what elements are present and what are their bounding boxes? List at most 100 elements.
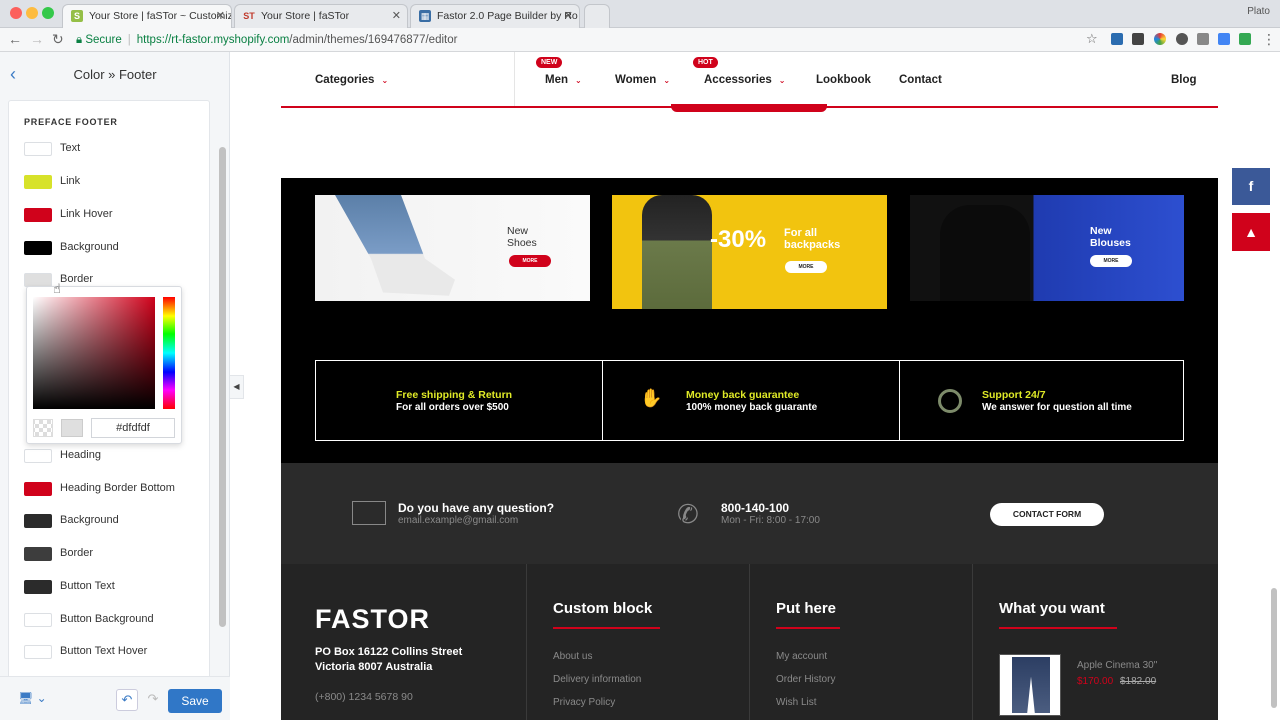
color-swatch[interactable] xyxy=(24,482,52,496)
color-swatch[interactable] xyxy=(24,449,52,463)
contact-band: Do you have any question? email.example@… xyxy=(281,463,1218,564)
close-tab-icon[interactable]: ✕ xyxy=(216,5,225,27)
back-arrow-icon[interactable]: ← xyxy=(8,31,22,47)
section-heading-preface-footer: PREFACE FOOTER xyxy=(24,117,118,127)
close-tab-icon[interactable]: ✕ xyxy=(564,5,573,27)
color-setting-label: Link xyxy=(60,175,81,187)
tab-customizer[interactable]: S Your Store | faSTor ~ Customiz ✕ xyxy=(62,4,232,28)
mouse-pointer-icon: ☝ xyxy=(53,281,61,296)
page-scrollbar[interactable] xyxy=(1271,588,1277,708)
footer-link[interactable]: Wish List xyxy=(776,697,817,708)
feature-support: Support 24/7 We answer for question all … xyxy=(900,361,1184,440)
shopify-icon: S xyxy=(71,10,83,22)
more-button[interactable]: MORE xyxy=(1090,255,1132,267)
forward-arrow-icon[interactable]: → xyxy=(30,31,44,47)
nav-categories[interactable]: Categories ⌄ xyxy=(315,74,388,86)
product-price-new: $170.00 xyxy=(1077,676,1114,687)
footer-link[interactable]: Delivery information xyxy=(553,674,641,685)
color-swatch[interactable] xyxy=(24,580,52,594)
footer-link[interactable]: Privacy Policy xyxy=(553,697,615,708)
settings-gear-icon[interactable] xyxy=(1176,33,1188,45)
close-window-button[interactable] xyxy=(10,7,22,19)
store-nav-bar: Categories ⌄ NEW Men ⌄ Women ⌄ HOT Accessor… xyxy=(281,52,1218,108)
extension-icon[interactable] xyxy=(1218,33,1230,45)
heading-underline xyxy=(999,627,1117,629)
redo-button[interactable]: ↷ xyxy=(142,689,164,711)
extension-icon[interactable] xyxy=(1132,33,1144,45)
address-bar[interactable]: 🔒︎ Secure | https://rt-fastor.myshopify.co… xyxy=(76,31,1106,49)
color-swatch[interactable] xyxy=(24,175,52,189)
store-preview: Categories ⌄ NEW Men ⌄ Women ⌄ HOT Accessor… xyxy=(244,52,1280,720)
more-button[interactable]: MORE xyxy=(785,261,827,273)
extension-icon[interactable] xyxy=(1154,33,1166,45)
nav-contact[interactable]: Contact xyxy=(899,74,942,86)
desktop-preview-icon[interactable]: 🖥︎ ⌄ xyxy=(18,691,47,705)
footer-link[interactable]: About us xyxy=(553,651,592,662)
footer-column-divider xyxy=(526,564,527,720)
close-tab-icon[interactable]: ✕ xyxy=(392,5,401,27)
color-swatch[interactable] xyxy=(24,613,52,627)
tab-page-builder[interactable]: ▦ Fastor 2.0 Page Builder by Ro ✕ xyxy=(410,4,580,28)
color-swatch[interactable] xyxy=(24,547,52,561)
feature-title: Money back guarantee xyxy=(686,389,800,401)
store-page: Categories ⌄ NEW Men ⌄ Women ⌄ HOT Accessor… xyxy=(281,52,1218,720)
product-thumbnail[interactable] xyxy=(999,654,1061,716)
nav-accessories[interactable]: Accessories ⌄ xyxy=(704,74,785,86)
product-name[interactable]: Apple Cinema 30" xyxy=(1077,660,1157,671)
color-swatch[interactable] xyxy=(24,514,52,528)
email-text[interactable]: email.example@gmail.com xyxy=(398,515,518,526)
undo-button[interactable]: ↶ xyxy=(116,689,138,711)
feature-shipping: Free shipping & Return For all orders ov… xyxy=(316,361,602,440)
footer-link[interactable]: Order History xyxy=(776,674,835,685)
hot-badge: HOT xyxy=(693,57,718,68)
url-path: /admin/themes/169476877/editor xyxy=(289,34,458,46)
tab-store[interactable]: ST Your Store | faSTor ✕ xyxy=(234,4,408,28)
color-swatch[interactable] xyxy=(24,645,52,659)
footer-heading: Put here xyxy=(776,600,837,617)
heading-underline xyxy=(776,627,840,629)
profile-name[interactable]: Plato xyxy=(1247,6,1270,17)
nav-lookbook[interactable]: Lookbook xyxy=(816,74,871,86)
footer-column-divider xyxy=(972,564,973,720)
color-swatch[interactable] xyxy=(24,142,52,156)
fastor-logo[interactable]: FASTOR xyxy=(315,604,430,635)
color-setting-label: Heading xyxy=(60,449,101,461)
nav-men[interactable]: Men ⌄ xyxy=(545,74,582,86)
color-swatch[interactable] xyxy=(24,273,52,287)
facebook-icon[interactable]: f xyxy=(1232,168,1270,205)
hue-slider[interactable] xyxy=(163,297,175,409)
nav-divider xyxy=(514,52,515,106)
saturation-brightness-area[interactable] xyxy=(33,297,155,409)
contact-form-button[interactable]: CONTACT FORM xyxy=(990,503,1104,526)
nav-women[interactable]: Women ⌄ xyxy=(615,74,670,86)
new-tab-button[interactable] xyxy=(584,4,610,28)
footer-link[interactable]: My account xyxy=(776,651,827,662)
blouse-image xyxy=(940,205,1030,301)
maximize-window-button[interactable] xyxy=(42,7,54,19)
extension-icon[interactable] xyxy=(1197,33,1209,45)
save-button[interactable]: Save xyxy=(168,689,222,713)
transparent-swatch[interactable] xyxy=(33,419,53,437)
url-host: https://rt-fastor.myshopify.com xyxy=(136,34,290,46)
banner-new-shoes[interactable]: New Shoes MORE xyxy=(315,195,590,301)
feature-title: Free shipping & Return xyxy=(396,389,513,401)
color-swatch[interactable] xyxy=(24,241,52,255)
scroll-to-top-icon[interactable]: ▲ xyxy=(1232,213,1270,251)
banner-text: New Blouses xyxy=(1090,225,1131,249)
banner-backpacks[interactable]: -30% For all backpacks MORE xyxy=(612,195,887,309)
banner-new-blouses[interactable]: New Blouses MORE xyxy=(910,195,1184,301)
nav-blog[interactable]: Blog xyxy=(1171,74,1197,86)
more-button[interactable]: MORE xyxy=(509,255,551,267)
sidebar-scrollbar[interactable] xyxy=(219,147,226,627)
reload-icon[interactable]: ↻ xyxy=(52,31,64,47)
browser-menu-icon[interactable]: ⋮ xyxy=(1262,31,1276,47)
extension-icon[interactable] xyxy=(1239,33,1251,45)
collapse-sidebar-handle[interactable]: ◀ xyxy=(230,375,244,399)
extension-icon[interactable] xyxy=(1111,33,1123,45)
hex-input[interactable]: #dfdfdf xyxy=(91,418,175,438)
bookmark-star-icon[interactable]: ☆ xyxy=(1086,31,1098,47)
color-setting-label: Button Background xyxy=(60,613,154,625)
color-swatch[interactable] xyxy=(24,208,52,222)
minimize-window-button[interactable] xyxy=(26,7,38,19)
banner-text: For all backpacks xyxy=(784,227,841,251)
